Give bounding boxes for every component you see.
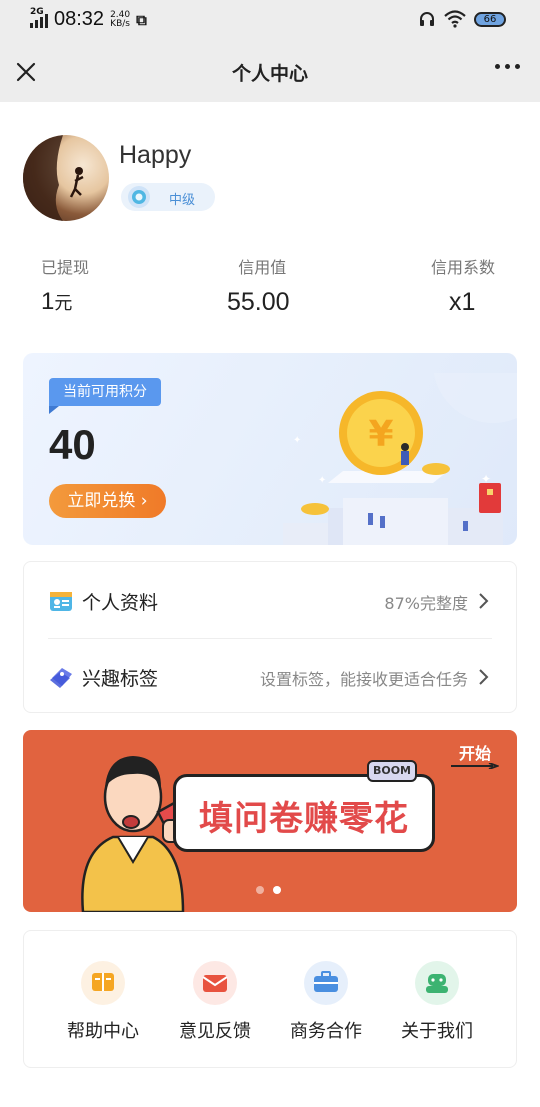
shortcut-grid: 帮助中心 意见反馈 商务合作 关于我们 [23, 930, 517, 1068]
grid-item-label: 关于我们 [401, 1021, 473, 1042]
carousel-indicator [256, 886, 281, 894]
level-text: 中级 [169, 193, 196, 208]
menu-item-value: 设置标签，能接收更适合任务 [259, 670, 468, 689]
network-speed: 2.40 KB/s [110, 10, 130, 29]
svg-text:✦: ✦ [293, 435, 301, 446]
more-icon[interactable] [495, 64, 520, 69]
menu-item-value: 87%完整度 [384, 594, 468, 613]
nav-bar: 个人中心 [0, 42, 540, 102]
grid-item-label: 帮助中心 [67, 1021, 139, 1042]
points-tag: 当前可用积分 [49, 378, 161, 414]
banner-text-box: 填问卷赚零花 [173, 774, 435, 852]
chevron-right-icon [479, 593, 489, 609]
redeem-button-label: 立即兑换 [67, 491, 136, 511]
battery-icon: 66 [474, 11, 506, 27]
stat-value: 55.00 [227, 288, 290, 316]
robot-icon [415, 961, 459, 1005]
grid-item-label: 商务合作 [290, 1021, 362, 1042]
status-bar: 2G 08:32 2.40 KB/s ⧉ 66 [0, 0, 540, 42]
chevron-right-icon [479, 669, 489, 685]
username: Happy [119, 141, 192, 169]
arrow-right-icon [451, 763, 499, 769]
menu-item-label: 个人资料 [82, 592, 159, 614]
grid-item-about[interactable]: 关于我们 [382, 961, 492, 1043]
stat-label: 信用系数 [431, 258, 496, 277]
level-badge: 中级 [121, 183, 215, 211]
carousel-dot-active[interactable] [273, 886, 281, 894]
carousel-dot[interactable] [256, 886, 264, 894]
screenshot-icon: ⧉ [136, 10, 147, 29]
banner-start[interactable]: 开始 [459, 740, 491, 764]
network-type: 2G [30, 6, 44, 17]
stat-withdrawn: 已提现 1元 [41, 254, 89, 316]
grid-item-business[interactable]: 商务合作 [271, 961, 381, 1043]
avatar[interactable] [23, 135, 109, 221]
boom-label: BOOM [367, 760, 417, 782]
network-speed-unit: KB/s [110, 18, 130, 29]
status-time: 08:32 [54, 8, 105, 30]
redeem-button[interactable]: 立即兑换 › [49, 484, 166, 518]
page-title: 个人中心 [231, 63, 308, 85]
stats-row: 已提现 1元 信用值 55.00 信用系数 x1 [0, 254, 540, 324]
points-card[interactable]: 当前可用积分 40 立即兑换 › ¥ ✦ ✦ ✦ [23, 353, 517, 545]
headphones-icon [420, 12, 434, 26]
svg-text:✦: ✦ [318, 475, 326, 486]
stat-label: 已提现 [41, 258, 90, 277]
banner-title: 填问卷赚零花 [199, 799, 409, 839]
menu-item-label: 兴趣标签 [82, 668, 159, 690]
svg-text:✦: ✦ [481, 472, 491, 486]
signal-icon: 2G [30, 7, 48, 28]
chevron-right-icon: › [140, 491, 148, 511]
menu-card: 个人资料 87%完整度 兴趣标签 设置标签，能接收更适合任务 [23, 561, 517, 713]
profile-header: Happy 中级 [23, 135, 503, 225]
points-value: 40 [49, 421, 96, 468]
svg-text:¥: ¥ [368, 414, 393, 455]
book-icon [81, 961, 125, 1005]
tag-icon [50, 668, 72, 688]
content: Happy 中级 已提现 1元 信用值 55.00 信用系数 x1 当前可用积分… [0, 102, 540, 1107]
stat-credit-factor: 信用系数 x1 [431, 254, 495, 317]
coin-illustration: ¥ ✦ ✦ ✦ [283, 373, 517, 545]
menu-item-profile[interactable]: 个人资料 87%完整度 [24, 562, 518, 638]
stat-value: 1 [41, 288, 55, 315]
id-card-icon [50, 592, 72, 611]
stat-credit: 信用值 55.00 [227, 254, 290, 317]
wifi-icon [444, 10, 466, 28]
stat-value: x1 [449, 288, 476, 316]
gem-icon [128, 186, 150, 208]
promo-banner[interactable]: 填问卷赚零花 BOOM 开始 [23, 730, 517, 912]
mail-icon [193, 961, 237, 1005]
grid-item-help[interactable]: 帮助中心 [48, 961, 158, 1043]
grid-item-feedback[interactable]: 意见反馈 [160, 961, 270, 1043]
briefcase-icon [304, 961, 348, 1005]
avatar-image [23, 135, 84, 221]
stat-label: 信用值 [238, 258, 287, 277]
stat-unit: 元 [54, 293, 73, 313]
menu-item-interests[interactable]: 兴趣标签 设置标签，能接收更适合任务 [24, 638, 518, 714]
grid-item-label: 意见反馈 [179, 1021, 251, 1042]
